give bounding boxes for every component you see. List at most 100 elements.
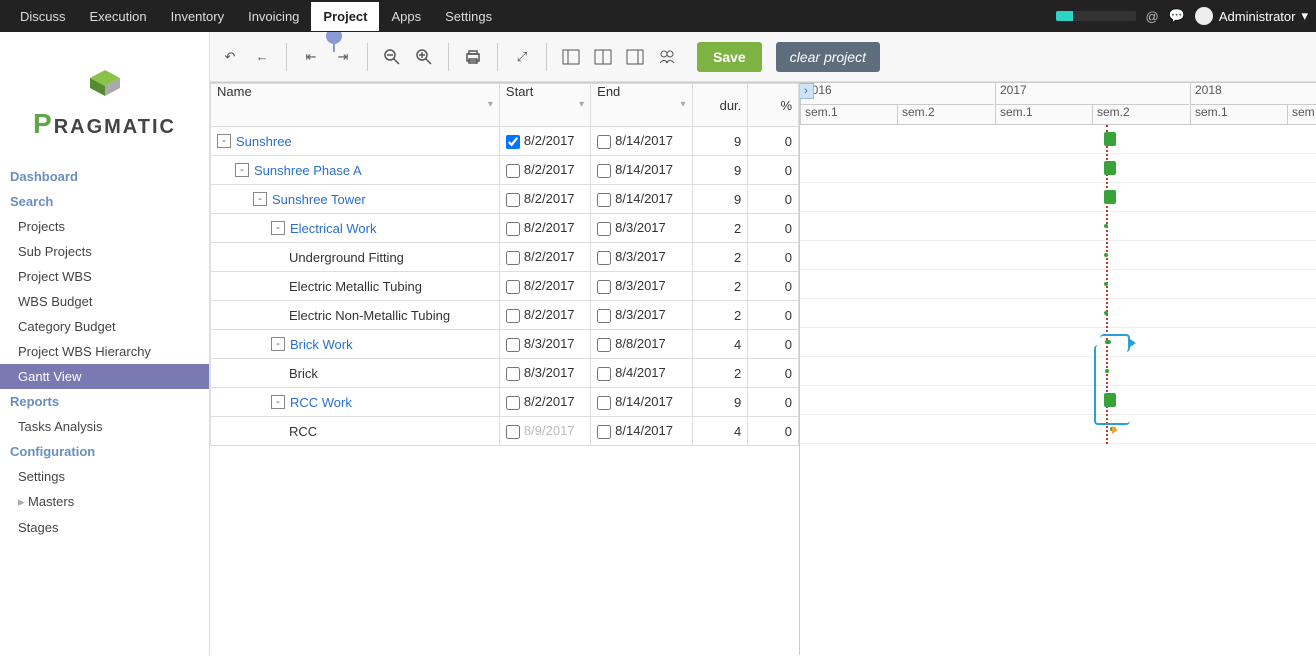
start-checkbox[interactable]	[506, 164, 520, 178]
menu-discuss[interactable]: Discuss	[8, 2, 78, 31]
task-row[interactable]: Electric Metallic Tubing8/2/20178/3/2017…	[211, 272, 799, 301]
end-date[interactable]: 8/14/2017	[615, 162, 673, 177]
task-row[interactable]: -Electrical Work8/2/20178/3/201720	[211, 214, 799, 243]
start-date[interactable]: 8/3/2017	[524, 336, 575, 351]
task-name[interactable]: RCC Work	[290, 395, 352, 410]
end-checkbox[interactable]	[597, 280, 611, 294]
task-row[interactable]: Electric Non-Metallic Tubing8/2/20178/3/…	[211, 301, 799, 330]
end-checkbox[interactable]	[597, 425, 611, 439]
critical-path-icon[interactable]: ⤢	[508, 43, 536, 71]
percent[interactable]: 0	[748, 417, 799, 446]
sort-icon[interactable]: ▾	[579, 84, 584, 126]
expand-toggle[interactable]: -	[271, 221, 285, 235]
sort-icon[interactable]: ▾	[488, 84, 493, 126]
task-row[interactable]: -Sunshree Phase A8/2/20178/14/201790	[211, 156, 799, 185]
end-checkbox[interactable]	[597, 367, 611, 381]
expand-toggle[interactable]: -	[217, 134, 231, 148]
timeline-next-icon[interactable]: ›	[800, 83, 814, 99]
undo-icon[interactable]: ↶	[216, 43, 244, 71]
timeline-row[interactable]	[800, 357, 1316, 386]
start-checkbox[interactable]	[506, 425, 520, 439]
sidebar-item-tasks-analysis[interactable]: Tasks Analysis	[0, 414, 209, 439]
duration[interactable]: 9	[692, 388, 748, 417]
sidebar-item-sub-projects[interactable]: Sub Projects	[0, 239, 209, 264]
end-date[interactable]: 8/14/2017	[615, 133, 673, 148]
start-checkbox[interactable]	[506, 222, 520, 236]
end-date[interactable]: 8/4/2017	[615, 365, 666, 380]
expand-toggle[interactable]: -	[271, 337, 285, 351]
duration[interactable]: 2	[692, 301, 748, 330]
col-name[interactable]: Name▾	[211, 84, 500, 127]
gantt-bar[interactable]	[1104, 190, 1116, 204]
end-checkbox[interactable]	[597, 222, 611, 236]
menu-execution[interactable]: Execution	[78, 2, 159, 31]
percent[interactable]: 0	[748, 185, 799, 214]
task-name[interactable]: Brick Work	[290, 337, 353, 352]
start-date[interactable]: 8/2/2017	[524, 191, 575, 206]
end-checkbox[interactable]	[597, 396, 611, 410]
duration[interactable]: 4	[692, 417, 748, 446]
col-[interactable]: %	[748, 84, 799, 127]
user-menu[interactable]: Administrator ▾	[1195, 7, 1308, 25]
sidebar-item-category-budget[interactable]: Category Budget	[0, 314, 209, 339]
duration[interactable]: 4	[692, 330, 748, 359]
end-date[interactable]: 8/14/2017	[615, 423, 673, 438]
end-date[interactable]: 8/3/2017	[615, 307, 666, 322]
end-checkbox[interactable]	[597, 251, 611, 265]
sidebar-item-settings[interactable]: Settings	[0, 464, 209, 489]
gantt-bar[interactable]	[1104, 393, 1116, 407]
start-checkbox[interactable]	[506, 135, 520, 149]
start-checkbox[interactable]	[506, 367, 520, 381]
gantt-bar[interactable]	[1104, 161, 1116, 175]
percent[interactable]: 0	[748, 272, 799, 301]
duration[interactable]: 9	[692, 185, 748, 214]
sidebar-item-masters[interactable]: ▸Masters	[0, 489, 209, 515]
start-checkbox[interactable]	[506, 193, 520, 207]
start-date[interactable]: 8/9/2017	[524, 423, 575, 438]
task-name[interactable]: Sunshree Phase A	[254, 163, 362, 178]
end-date[interactable]: 8/14/2017	[615, 394, 673, 409]
sidebar-item-stages[interactable]: Stages	[0, 515, 209, 540]
chat-icon[interactable]: 💬	[1169, 8, 1185, 24]
at-icon[interactable]: @	[1146, 9, 1159, 24]
gantt-bar[interactable]	[1104, 224, 1108, 228]
start-date[interactable]: 8/2/2017	[524, 220, 575, 235]
sidebar-group-dashboard[interactable]: Dashboard	[0, 164, 209, 189]
task-name[interactable]: Sunshree Tower	[272, 192, 366, 207]
start-date[interactable]: 8/2/2017	[524, 394, 575, 409]
clear-project-button[interactable]: clear project	[776, 42, 880, 72]
col-start[interactable]: Start▾	[499, 84, 590, 127]
task-row[interactable]: Brick8/3/20178/4/201720	[211, 359, 799, 388]
sidebar-group-configuration[interactable]: Configuration	[0, 439, 209, 464]
start-checkbox[interactable]	[506, 396, 520, 410]
end-checkbox[interactable]	[597, 309, 611, 323]
print-icon[interactable]	[459, 43, 487, 71]
sort-icon[interactable]: ▾	[681, 84, 686, 126]
split-view-1-icon[interactable]	[557, 43, 585, 71]
start-checkbox[interactable]	[506, 280, 520, 294]
gantt-bar[interactable]	[1104, 132, 1116, 146]
task-row[interactable]: -Sunshree8/2/20178/14/201790	[211, 127, 799, 156]
end-checkbox[interactable]	[597, 135, 611, 149]
end-date[interactable]: 8/14/2017	[615, 191, 673, 206]
col-dur[interactable]: dur.	[692, 84, 748, 127]
duration[interactable]: 2	[692, 359, 748, 388]
sidebar-item-gantt-view[interactable]: Gantt View	[0, 364, 209, 389]
duration[interactable]: 9	[692, 156, 748, 185]
start-checkbox[interactable]	[506, 309, 520, 323]
sidebar-item-project-wbs-hierarchy[interactable]: Project WBS Hierarchy	[0, 339, 209, 364]
start-date[interactable]: 8/2/2017	[524, 162, 575, 177]
end-date[interactable]: 8/3/2017	[615, 278, 666, 293]
sidebar-item-projects[interactable]: Projects	[0, 214, 209, 239]
task-row[interactable]: RCC8/9/20178/14/201740	[211, 417, 799, 446]
save-button[interactable]: Save	[697, 42, 762, 72]
task-name[interactable]: Sunshree	[236, 134, 292, 149]
timeline-row[interactable]	[800, 328, 1316, 357]
timeline-body[interactable]	[800, 125, 1316, 444]
sidebar-item-project-wbs[interactable]: Project WBS	[0, 264, 209, 289]
timeline-row[interactable]	[800, 154, 1316, 183]
task-name[interactable]: Electric Metallic Tubing	[289, 279, 422, 294]
gantt-bar[interactable]	[1104, 253, 1108, 257]
duration[interactable]: 9	[692, 127, 748, 156]
split-view-3-icon[interactable]	[621, 43, 649, 71]
